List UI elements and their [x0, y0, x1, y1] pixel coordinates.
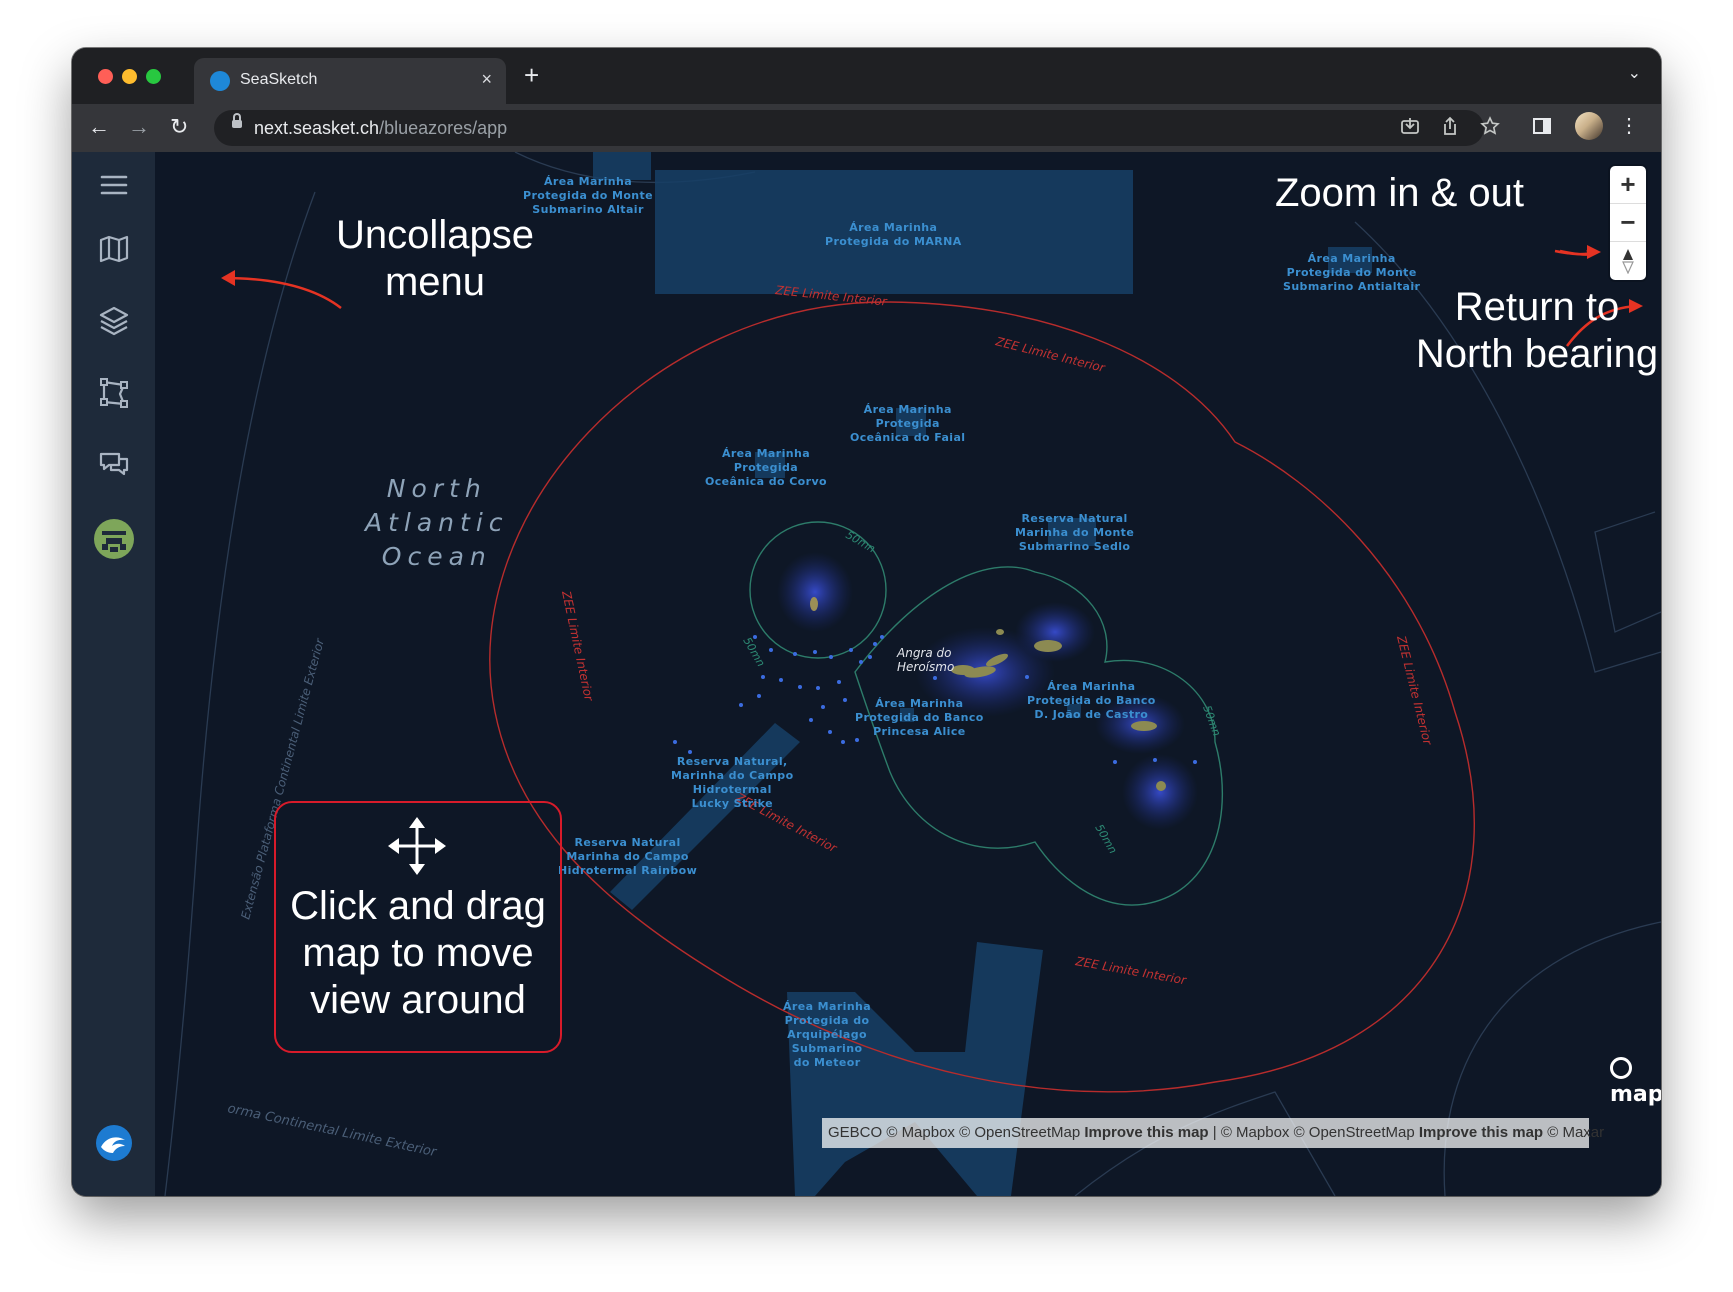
annotation-drag-box: Click and drag map to move view around — [274, 801, 562, 1053]
url-path: /blueazores/app — [379, 118, 508, 138]
browser-window: SeaSketch × + ⌄ ← → ↻ next.seasket.ch/bl… — [72, 48, 1661, 1196]
app-sidebar — [72, 152, 155, 1196]
share-icon[interactable] — [1440, 116, 1460, 141]
ocean-label: North Atlantic Ocean — [365, 474, 509, 571]
svg-text:50mn: 50mn — [844, 528, 878, 555]
annotation-drag-text: Click and drag map to move view around — [290, 884, 546, 1022]
area-label: Reserva Natural Marinha do Monte Submarino… — [1015, 512, 1135, 553]
mapbox-logo[interactable]: mapbox — [1610, 1057, 1661, 1107]
tab-title: SeaSketch — [240, 71, 318, 88]
profile-avatar[interactable] — [1575, 112, 1603, 140]
tab-seasketch[interactable]: SeaSketch × — [194, 58, 506, 104]
area-label: Área Marinha Protegida Oceânica do Faial — [850, 403, 966, 444]
install-app-icon[interactable] — [1400, 116, 1420, 141]
url-host: next.seasket.ch — [254, 118, 380, 138]
improve-map-link[interactable]: Improve this map — [1084, 1124, 1208, 1141]
area-label: Área Marinha Protegida do Monte Submarino … — [1283, 252, 1421, 293]
annotation-uncollapse-menu: Uncollapse menu — [336, 213, 534, 304]
svg-text:ZEE Limite Interior: ZEE Limite Interior — [559, 589, 596, 703]
side-panel-icon[interactable] — [1532, 116, 1552, 141]
layers-icon[interactable] — [97, 304, 131, 338]
menu-icon[interactable] — [97, 168, 131, 202]
improve-map-link[interactable]: Improve this map — [1419, 1124, 1543, 1141]
annotation-north-bearing: Return to North bearing — [1415, 285, 1659, 376]
svg-text:ZEE Limite Interior: ZEE Limite Interior — [1394, 633, 1435, 747]
bookmark-star-icon[interactable] — [1480, 116, 1500, 141]
mapbox-ring-icon — [1610, 1057, 1632, 1079]
forum-icon[interactable] — [97, 448, 131, 482]
city-label: Angra do Heroísmo — [897, 646, 955, 674]
svg-text:50mn: 50mn — [740, 635, 767, 669]
map-icon[interactable] — [97, 232, 131, 266]
map-navigation-control: + − — [1610, 166, 1646, 280]
zoom-out-button[interactable]: − — [1610, 204, 1646, 241]
url-text[interactable]: next.seasket.ch/blueazores/app — [254, 118, 507, 139]
area-label: Reserva Natural Marinha do Campo Hidroterm… — [558, 836, 698, 877]
new-tab-button[interactable]: + — [524, 60, 539, 91]
browser-toolbar: ← → ↻ next.seasket.ch/blueazores/app ⋮ — [72, 104, 1661, 152]
svg-text:50mn: 50mn — [1092, 822, 1119, 856]
compass-button[interactable] — [1610, 242, 1646, 279]
area-label: Área Marinha Protegida do MARNA — [825, 221, 962, 248]
svg-text:50mn: 50mn — [1200, 704, 1223, 738]
map-attribution: GEBCO © Mapbox © OpenStreetMap Improve t… — [822, 1118, 1604, 1148]
seasketch-favicon-icon — [210, 71, 230, 91]
svg-text:orma Continental Limite Exteri: orma Continental Limite Exterior — [226, 1101, 439, 1160]
area-label: Área Marinha Protegida do Banco D. João de… — [1027, 680, 1156, 721]
area-label: Área Marinha Protegida do Monte Submarino … — [523, 175, 654, 216]
area-label: Área Marinha Protegida do Arquipélago Subma… — [783, 1000, 872, 1069]
svg-text:ZEE Limite Interior: ZEE Limite Interior — [993, 334, 1107, 375]
lock-icon — [232, 113, 242, 128]
zoom-in-button[interactable]: + — [1610, 166, 1646, 203]
maximize-window-button[interactable] — [146, 69, 161, 84]
map-canvas[interactable]: ZEE Limite Interior ZEE Limite Interior … — [155, 152, 1661, 1196]
svg-text:ZEE Limite Interior: ZEE Limite Interior — [1073, 954, 1188, 988]
project-avatar-icon[interactable] — [93, 518, 135, 560]
seasketch-logo-icon[interactable] — [95, 1124, 133, 1162]
tab-close-icon[interactable]: × — [481, 69, 492, 90]
move-arrows-icon — [388, 817, 446, 875]
area-label: Reserva Natural, Marinha do Campo Hidroter… — [671, 755, 794, 810]
forward-button[interactable]: → — [128, 114, 150, 140]
back-button[interactable]: ← — [88, 114, 110, 140]
area-label: Área Marinha Protegida Oceânica do Corvo — [705, 447, 827, 488]
reload-button[interactable]: ↻ — [170, 114, 188, 140]
browser-menu-icon[interactable]: ⋮ — [1619, 113, 1639, 138]
sketch-icon[interactable] — [97, 376, 131, 410]
close-window-button[interactable] — [98, 69, 113, 84]
compass-icon — [1622, 249, 1634, 275]
tab-search-chevron-icon[interactable]: ⌄ — [1628, 63, 1641, 83]
address-bar[interactable]: next.seasket.ch/blueazores/app — [214, 110, 1484, 146]
annotation-zoom: Zoom in & out — [1275, 171, 1525, 215]
minimize-window-button[interactable] — [122, 69, 137, 84]
area-label: Área Marinha Protegida do Banco Princesa A… — [855, 697, 984, 738]
tab-bar: SeaSketch × + ⌄ — [72, 48, 1661, 104]
